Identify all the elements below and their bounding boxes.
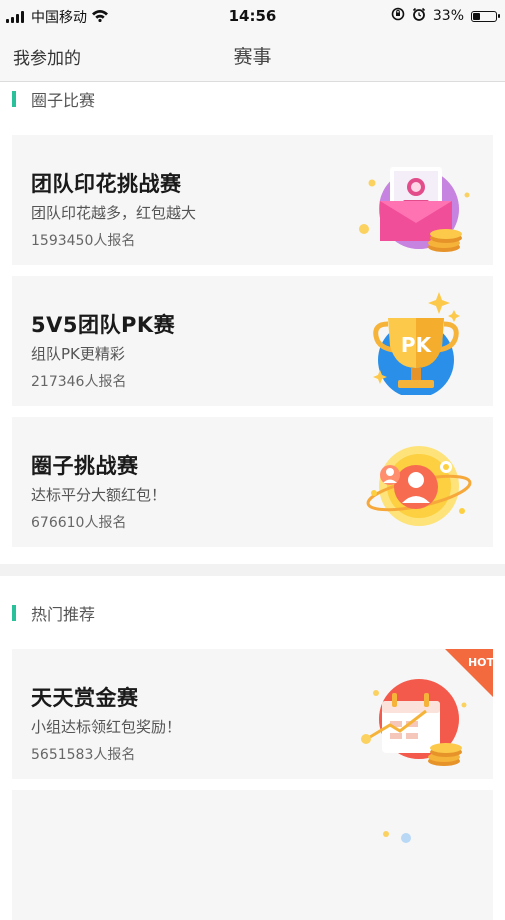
event-card-circle-challenge[interactable]: 圈子挑战赛 达标平分大额红包！ 676610人报名 bbox=[12, 417, 493, 547]
event-signup-count: 5651583人报名 bbox=[31, 747, 136, 763]
status-right: 33% bbox=[391, 7, 500, 25]
event-description: 团队印花越多，红包越大 bbox=[31, 204, 197, 222]
event-description: 达标平分大额红包！ bbox=[31, 486, 167, 504]
event-title: 天天赏金赛 bbox=[31, 686, 139, 710]
event-signup-count: 217346人报名 bbox=[31, 374, 127, 390]
svg-text:PK: PK bbox=[401, 333, 433, 357]
event-description: 小组达标领红包奖励！ bbox=[31, 718, 182, 736]
hot-badge-label: HOT bbox=[468, 656, 493, 669]
battery-percent: 33% bbox=[432, 8, 464, 24]
event-card-5v5-pk[interactable]: 5V5团队PK赛 组队PK更精彩 217346人报名 PK bbox=[12, 276, 493, 406]
battery-level bbox=[473, 12, 480, 20]
envelope-coins-icon bbox=[359, 167, 470, 252]
page-title: 赛事 bbox=[233, 46, 272, 68]
section-accent-bar bbox=[12, 91, 16, 107]
hot-badge: HOT bbox=[445, 649, 493, 697]
section-divider bbox=[0, 564, 505, 576]
alarm-icon bbox=[412, 7, 426, 25]
event-signup-count: 1593450人报名 bbox=[31, 233, 136, 249]
battery-icon bbox=[471, 10, 500, 22]
section-header-hot: 热门推荐 bbox=[12, 603, 96, 624]
pk-trophy-icon: PK bbox=[373, 292, 460, 395]
event-card-daily-bounty[interactable]: 天天赏金赛 小组达标领红包奖励！ 5651583人报名 HOT bbox=[12, 649, 493, 779]
event-title: 团队印花挑战赛 bbox=[31, 172, 182, 196]
event-title: 圈子挑战赛 bbox=[31, 454, 139, 478]
event-card-partial[interactable] bbox=[12, 790, 493, 920]
event-signup-count: 676610人报名 bbox=[31, 515, 127, 531]
event-card-team-stamp[interactable]: 团队印花挑战赛 团队印花越多，红包越大 1593450人报名 bbox=[12, 135, 493, 265]
partial-illustration-icon bbox=[383, 831, 411, 843]
section-accent-bar bbox=[12, 605, 16, 621]
status-bar: 中国移动 14:56 33% bbox=[0, 0, 505, 32]
event-description: 组队PK更精彩 bbox=[31, 345, 125, 363]
section-title: 圈子比赛 bbox=[31, 91, 96, 110]
section-title: 热门推荐 bbox=[31, 605, 96, 624]
planet-people-icon bbox=[366, 446, 472, 526]
orientation-lock-icon bbox=[391, 7, 405, 25]
nav-bar: 我参加的 赛事 bbox=[0, 32, 505, 82]
event-title: 5V5团队PK赛 bbox=[31, 313, 176, 337]
section-header-circle: 圈子比赛 bbox=[12, 89, 96, 110]
